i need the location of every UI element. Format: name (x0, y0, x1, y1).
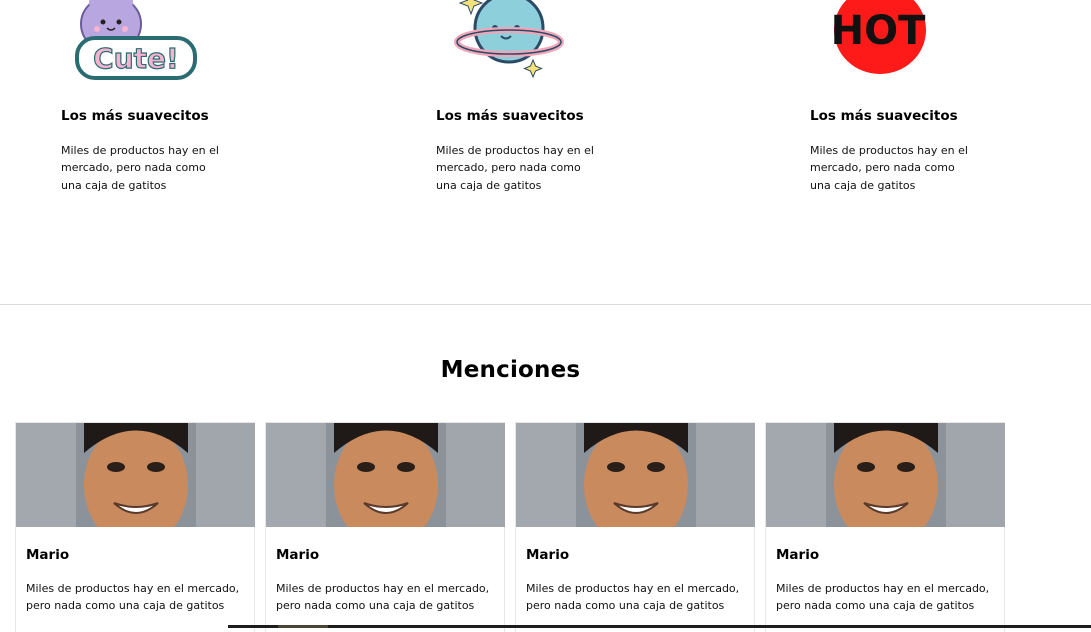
mentions-title: Menciones (440, 357, 581, 383)
sticker-lettering: HOT (831, 8, 926, 54)
section-divider (0, 304, 1091, 305)
sticker-lettering: Cute! (93, 42, 179, 75)
mention-name: Mario (776, 547, 820, 563)
cute-sticker: Cute! (71, 0, 211, 82)
mention-text: Miles de productos hay en el mercado, pe… (276, 582, 490, 613)
avatar (516, 423, 755, 527)
mention-card: Mario Miles de productos hay en el merca… (765, 422, 1005, 632)
mention-card: Mario Miles de productos hay en el merca… (515, 422, 755, 632)
mention-name: Mario (26, 547, 70, 563)
avatar (266, 423, 505, 527)
mention-card: Mario Miles de productos hay en el merca… (15, 422, 255, 632)
avatar (16, 423, 255, 527)
mention-text: Miles de productos hay en el mercado, pe… (776, 582, 990, 613)
mention-name: Mario (276, 547, 320, 563)
mention-card: Mario Miles de productos hay en el merca… (265, 422, 505, 632)
mention-text: Miles de productos hay en el mercado, pe… (26, 582, 240, 613)
feature-title: Los más suavecitos (810, 108, 958, 124)
feature-title: Los más suavecitos (61, 108, 209, 124)
mention-name: Mario (526, 547, 570, 563)
hot-sticker: HOT (830, 0, 970, 82)
feature-description: Miles de productos hay en el mercado, pe… (810, 144, 968, 192)
features-section: Cute! Los más suavecitos Miles de produc… (0, 0, 1091, 304)
planet-sticker (451, 0, 591, 82)
feature-description: Miles de productos hay en el mercado, pe… (436, 144, 594, 192)
feature-description: Miles de productos hay en el mercado, pe… (61, 144, 219, 192)
feature-title: Los más suavecitos (436, 108, 584, 124)
avatar (766, 423, 1005, 527)
mention-text: Miles de productos hay en el mercado, pe… (526, 582, 740, 613)
